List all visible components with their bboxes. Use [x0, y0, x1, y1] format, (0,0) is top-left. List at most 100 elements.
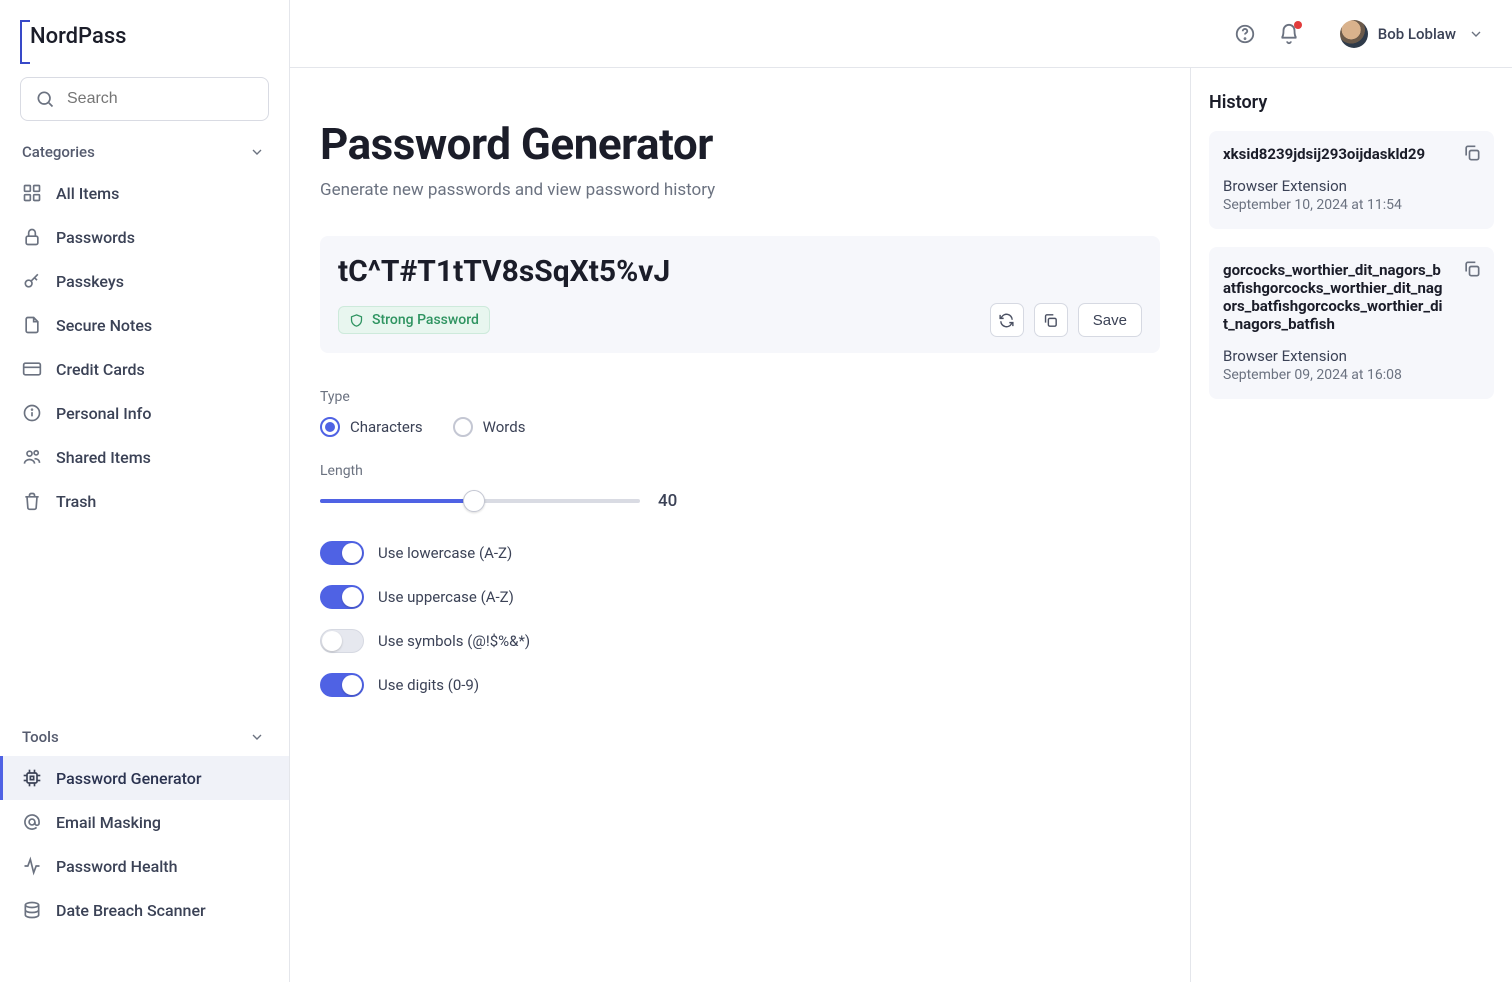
app-name: NordPass [30, 24, 127, 49]
key-icon [22, 271, 42, 291]
sidebar-item-passwords[interactable]: Passwords [0, 215, 289, 259]
database-icon [22, 900, 42, 920]
info-icon [22, 403, 42, 423]
copy-history-button[interactable] [1462, 259, 1482, 279]
sidebar-item-label: Shared Items [56, 448, 151, 467]
generated-password-card: tC^T#T1tTV8sSqXt5%vJ Strong Password [320, 236, 1160, 353]
history-timestamp: September 10, 2024 at 11:54 [1223, 197, 1480, 213]
toggle-uppercase[interactable] [320, 585, 364, 609]
activity-icon [22, 856, 42, 876]
notification-dot [1294, 21, 1302, 29]
main-content: Password Generator Generate new password… [290, 68, 1190, 982]
sidebar-item-date-breach-scanner[interactable]: Date Breach Scanner [0, 888, 289, 932]
topbar: Bob Loblaw [290, 0, 1512, 68]
length-label: Length [320, 463, 1020, 479]
history-item[interactable]: gorcocks_worthier_dit_nagors_batfishgorc… [1209, 247, 1494, 399]
history-source: Browser Extension [1223, 347, 1480, 365]
search-icon [35, 89, 55, 109]
sidebar-item-label: Credit Cards [56, 360, 145, 379]
sidebar-item-label: Passwords [56, 228, 135, 247]
sidebar-item-label: Password Health [56, 857, 178, 876]
sidebar-item-label: Password Generator [56, 769, 202, 788]
page-subtitle: Generate new passwords and view password… [320, 180, 1160, 200]
sidebar-item-label: Passkeys [56, 272, 124, 291]
sidebar-item-credit-cards[interactable]: Credit Cards [0, 347, 289, 391]
type-radio-group: Characters Words [320, 417, 1020, 437]
chevron-down-icon [247, 144, 267, 160]
type-radio-words[interactable]: Words [453, 417, 526, 437]
history-title: History [1209, 92, 1494, 113]
sidebar-item-label: Trash [56, 492, 96, 511]
categories-header-label: Categories [22, 143, 95, 161]
sidebar-item-label: Email Masking [56, 813, 161, 832]
at-sign-icon [22, 812, 42, 832]
history-timestamp: September 09, 2024 at 16:08 [1223, 367, 1480, 383]
history-source: Browser Extension [1223, 177, 1480, 195]
sidebar-item-shared-items[interactable]: Shared Items [0, 435, 289, 479]
copy-history-button[interactable] [1462, 143, 1482, 163]
chip-icon [22, 768, 42, 788]
search-input-wrap[interactable] [20, 77, 269, 121]
avatar [1340, 20, 1368, 48]
sidebar-item-label: All Items [56, 184, 119, 203]
regenerate-button[interactable] [990, 303, 1024, 337]
user-menu[interactable]: Bob Loblaw [1340, 20, 1486, 48]
categories-nav: All Items Passwords Passkeys Secure Note… [0, 161, 289, 533]
sidebar-item-all-items[interactable]: All Items [0, 171, 289, 215]
toggle-lowercase[interactable] [320, 541, 364, 565]
history-password: xksid8239jdsij293oijdaskld29 [1223, 145, 1480, 163]
toggle-digits-label: Use digits (0-9) [378, 676, 479, 694]
credit-card-icon [22, 359, 42, 379]
toggle-lowercase-label: Use lowercase (A-Z) [378, 544, 512, 562]
lock-icon [22, 227, 42, 247]
note-icon [22, 315, 42, 335]
chevron-down-icon [247, 729, 267, 745]
sidebar-item-password-generator[interactable]: Password Generator [0, 756, 289, 800]
sidebar-item-trash[interactable]: Trash [0, 479, 289, 523]
sidebar-item-password-health[interactable]: Password Health [0, 844, 289, 888]
toggle-uppercase-label: Use uppercase (A-Z) [378, 588, 514, 606]
toggle-symbols[interactable] [320, 629, 364, 653]
length-value: 40 [658, 491, 677, 511]
slider-thumb[interactable] [463, 490, 485, 512]
tools-header[interactable]: Tools [0, 728, 289, 746]
slider-fill [320, 499, 474, 503]
help-icon [1234, 23, 1256, 45]
help-button[interactable] [1234, 23, 1256, 45]
page-title: Password Generator [320, 118, 1160, 170]
sidebar-item-email-masking[interactable]: Email Masking [0, 800, 289, 844]
search-input[interactable] [65, 89, 276, 109]
radio-icon [320, 417, 340, 437]
strength-label: Strong Password [372, 312, 479, 328]
history-panel: History xksid8239jdsij293oijdaskld29 Bro… [1190, 68, 1512, 982]
length-slider[interactable] [320, 499, 640, 503]
type-label: Type [320, 389, 1020, 405]
notifications-button[interactable] [1278, 23, 1300, 45]
sidebar: NordPass Categories All Items Passwords … [0, 0, 290, 982]
app-logo[interactable]: NordPass [0, 0, 289, 77]
copy-icon [1042, 312, 1059, 329]
copy-icon [1462, 143, 1482, 163]
sidebar-item-label: Date Breach Scanner [56, 901, 206, 920]
sidebar-item-passkeys[interactable]: Passkeys [0, 259, 289, 303]
sidebar-item-label: Personal Info [56, 404, 151, 423]
save-button[interactable]: Save [1078, 303, 1142, 337]
trash-icon [22, 491, 42, 511]
radio-label: Words [483, 418, 526, 436]
tools-nav: Password Generator Email Masking Passwor… [0, 746, 289, 942]
copy-password-button[interactable] [1034, 303, 1068, 337]
toggle-digits[interactable] [320, 673, 364, 697]
sidebar-item-personal-info[interactable]: Personal Info [0, 391, 289, 435]
type-radio-characters[interactable]: Characters [320, 417, 423, 437]
radio-label: Characters [350, 418, 423, 436]
categories-header[interactable]: Categories [0, 143, 289, 161]
grid-icon [22, 183, 42, 203]
history-item[interactable]: xksid8239jdsij293oijdaskld29 Browser Ext… [1209, 131, 1494, 229]
sidebar-item-label: Secure Notes [56, 316, 152, 335]
copy-icon [1462, 259, 1482, 279]
users-icon [22, 447, 42, 467]
generated-password: tC^T#T1tTV8sSqXt5%vJ [338, 254, 1142, 289]
refresh-icon [998, 312, 1015, 329]
sidebar-item-secure-notes[interactable]: Secure Notes [0, 303, 289, 347]
password-strength-badge: Strong Password [338, 306, 490, 334]
